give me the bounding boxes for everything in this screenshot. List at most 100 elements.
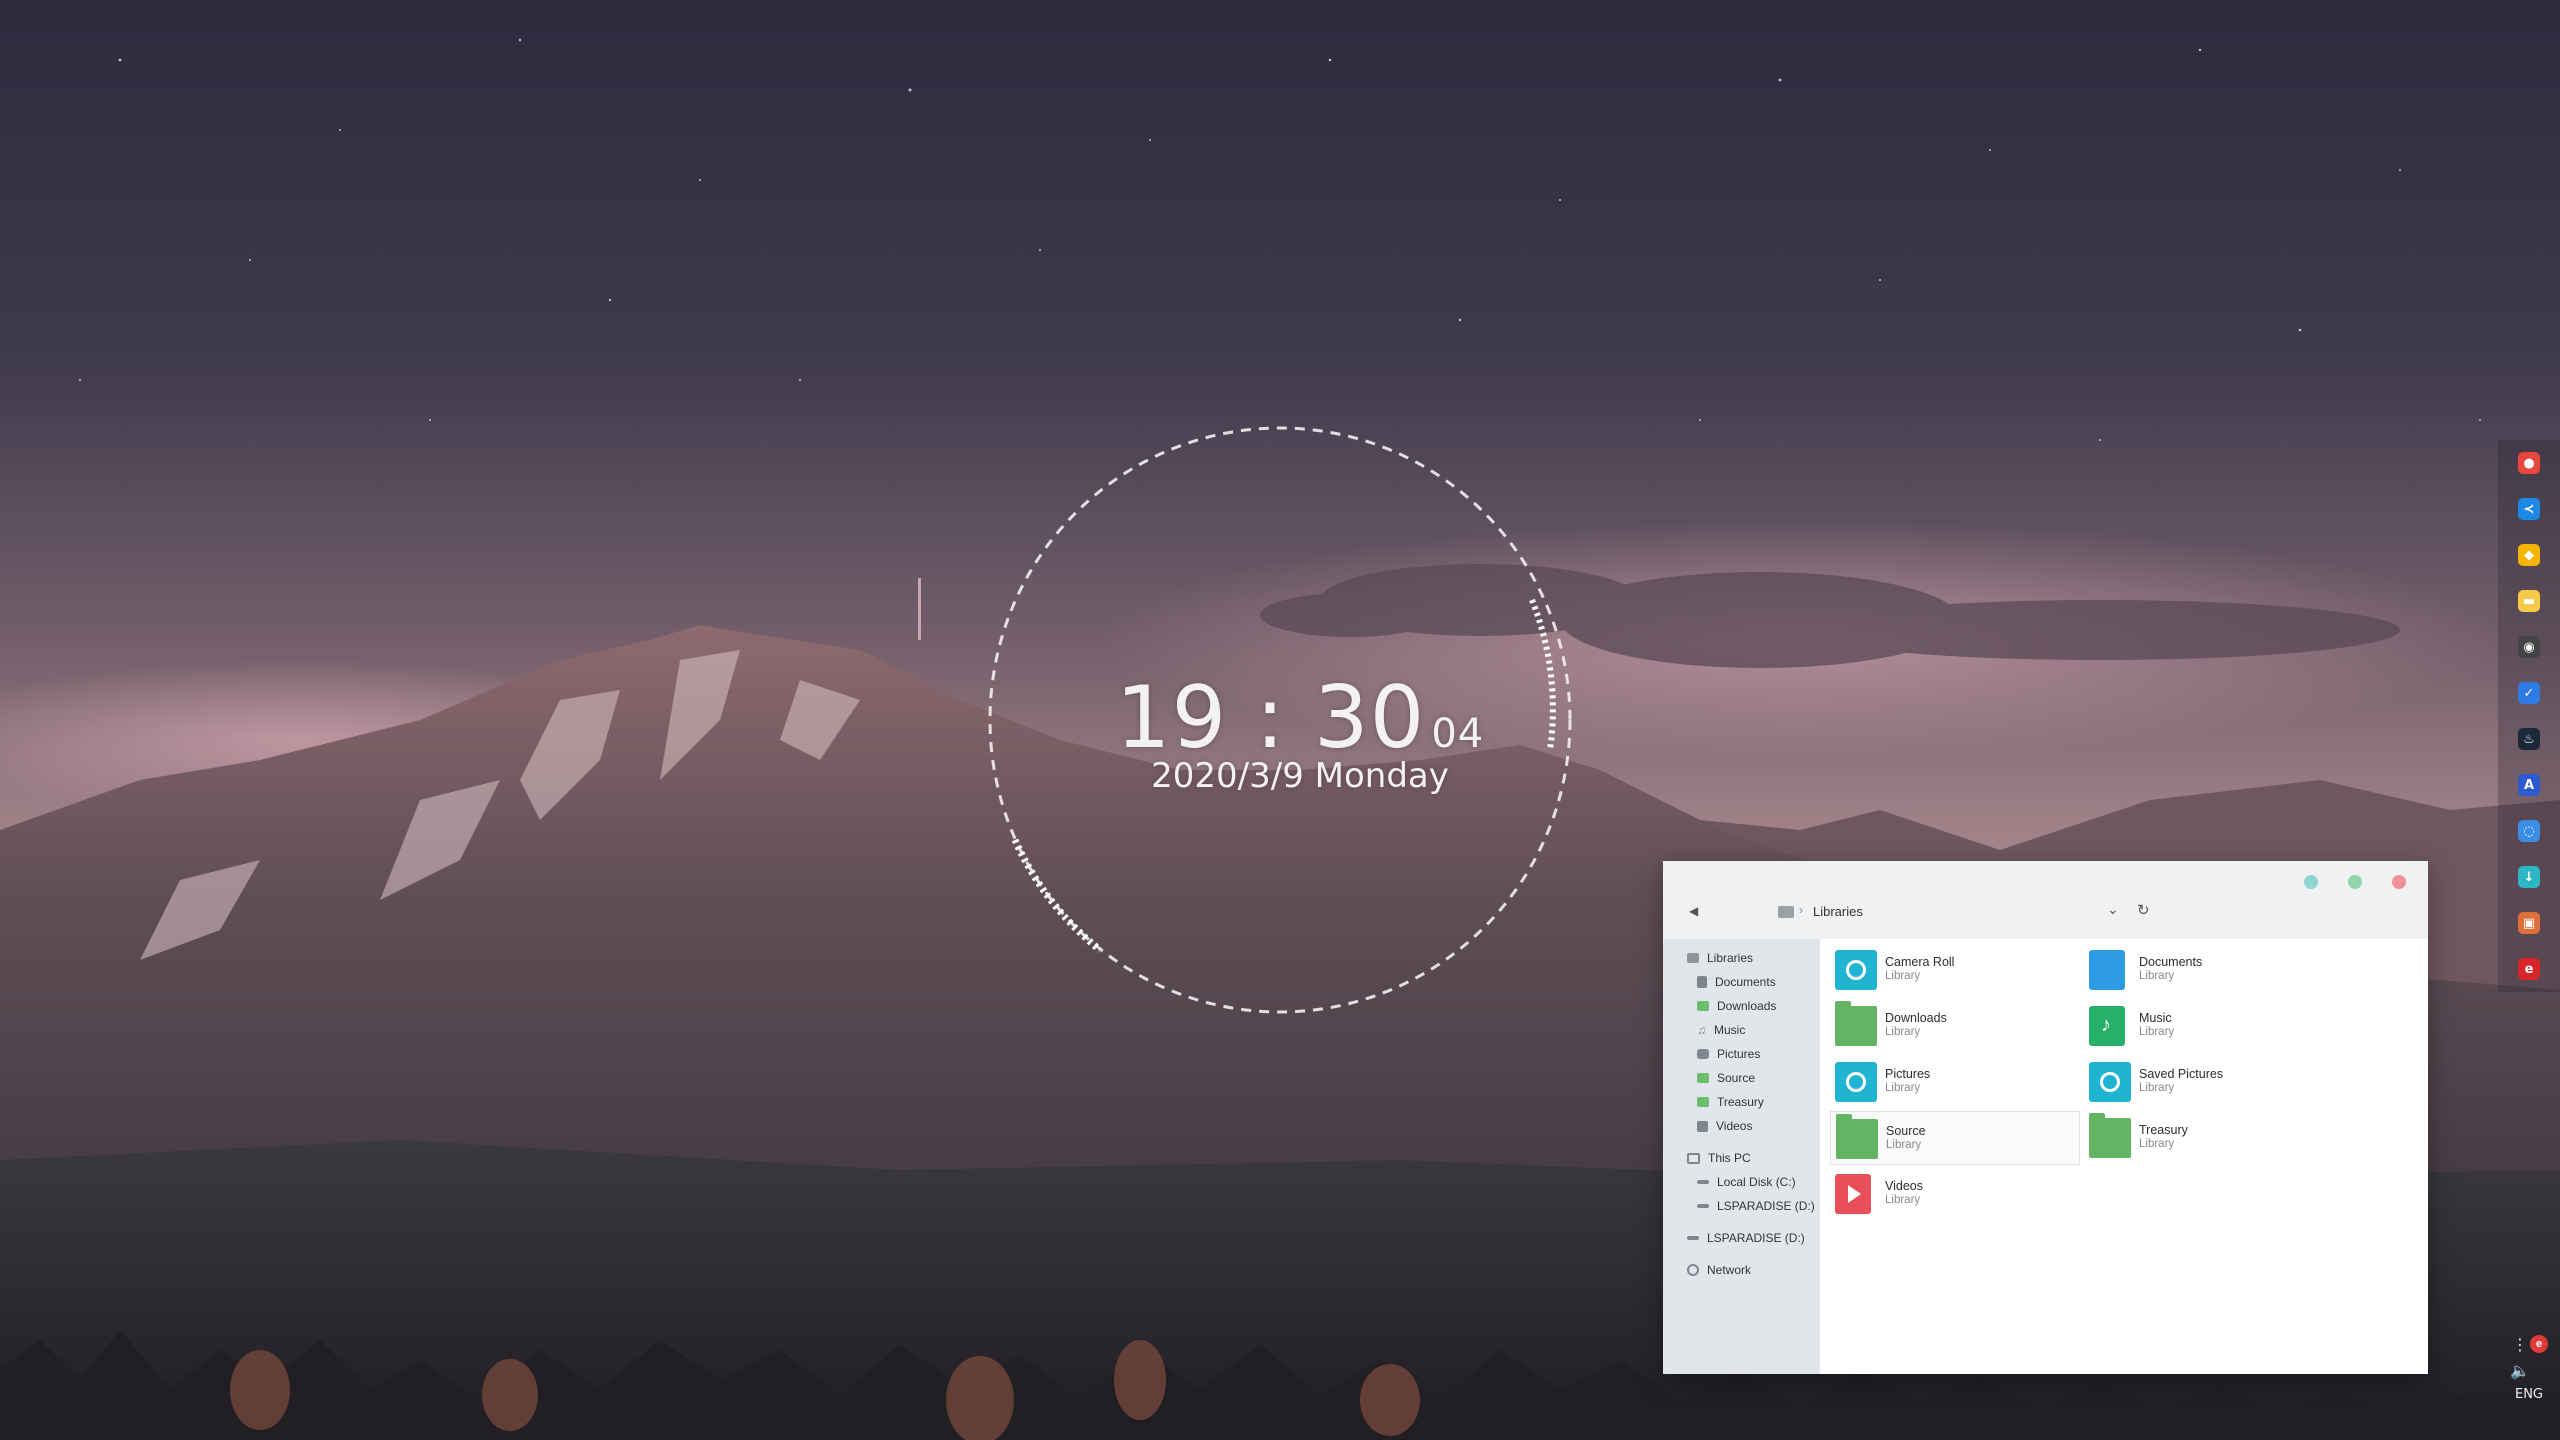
drive-icon [1697, 1180, 1709, 1184]
nav-music[interactable]: ♫ Music [1697, 1019, 1745, 1041]
davinci-icon: ◉ [2518, 636, 2540, 658]
nav-lsparadise-d[interactable]: LSPARADISE (D:) [1697, 1195, 1815, 1217]
pictures-icon [1835, 1062, 1877, 1102]
nav-libraries[interactable]: Libraries [1687, 947, 1753, 969]
tile-name: Documents [2139, 955, 2203, 969]
nav-this-pc[interactable]: This PC [1687, 1147, 1751, 1169]
address-folder-icon [1778, 906, 1794, 918]
clock-time: 19 : 30 04 [1100, 668, 1500, 768]
back-arrow-icon[interactable]: ◀ [1689, 904, 1698, 918]
folder-icon [1697, 1001, 1709, 1011]
address-separator: › [1799, 903, 1803, 917]
music-icon: ♪ [2089, 1006, 2125, 1046]
office-icon: ▣ [2518, 912, 2540, 934]
tile-source[interactable]: Source Library [1830, 1111, 2080, 1165]
nav-pictures[interactable]: Pictures [1697, 1043, 1760, 1065]
tile-type: Library [1885, 1026, 1921, 1038]
dock-item[interactable]: ◆ [2498, 532, 2560, 578]
dock-item[interactable]: A [2498, 762, 2560, 808]
clock-seconds: 04 [1431, 711, 1485, 757]
tile-type: Library [1886, 1139, 1922, 1151]
nav-documents[interactable]: Documents [1697, 971, 1776, 993]
tile-name: Saved Pictures [2139, 1067, 2224, 1081]
vscode-icon: ≺ [2518, 498, 2540, 520]
nav-label: Libraries [1707, 951, 1754, 965]
maximize-button[interactable] [2348, 875, 2362, 889]
documents-icon [2089, 950, 2125, 990]
clock-separator: : [1255, 668, 1286, 768]
nav-label: Pictures [1717, 1047, 1761, 1061]
nav-source[interactable]: Source [1697, 1067, 1755, 1089]
refresh-icon[interactable]: ↻ [2137, 901, 2150, 919]
dock-item[interactable]: ◉ [2498, 624, 2560, 670]
dock-item[interactable]: ✓ [2498, 670, 2560, 716]
chevron-down-icon[interactable]: ⌄ [2107, 901, 2119, 918]
library-content: Camera Roll Library Documents Library Do… [1820, 939, 2428, 1374]
translate-icon: A [2518, 774, 2540, 796]
tray-more-icon[interactable]: ⋮ [2512, 1335, 2528, 1355]
tile-videos[interactable]: Videos Library [1830, 1167, 2078, 1219]
treasury-folder-icon [2089, 1113, 2131, 1158]
nav-label: Local Disk (C:) [1717, 1175, 1796, 1189]
folder-icon: ▬ [2518, 590, 2540, 612]
navigation-pane: Libraries Documents Downloads ♫ Music Pi… [1663, 939, 1820, 1374]
nav-drive-d[interactable]: LSPARADISE (D:) [1687, 1227, 1805, 1249]
source-folder-icon [1836, 1114, 1878, 1159]
tile-downloads[interactable]: Downloads Library [1830, 999, 2078, 1051]
tile-name: Music [2139, 1011, 2172, 1025]
drive-icon [1697, 1204, 1709, 1208]
tile-type: Library [2139, 970, 2175, 982]
dock-item[interactable]: ▣ [2498, 900, 2560, 946]
system-tray: ⋮ e 🔈 ENG [2498, 1325, 2560, 1440]
netease-tray-icon[interactable]: e [2530, 1335, 2548, 1353]
download-icon: ↓ [2518, 866, 2540, 888]
computer-icon [1687, 1152, 1700, 1164]
nav-videos[interactable]: Videos [1697, 1115, 1752, 1137]
clock-minutes: 30 [1313, 668, 1426, 768]
tile-name: Downloads [1885, 1011, 1947, 1025]
tile-type: Library [2139, 1082, 2175, 1094]
nav-treasury[interactable]: Treasury [1697, 1091, 1764, 1113]
videos-icon [1835, 1174, 1871, 1214]
nav-downloads[interactable]: Downloads [1697, 995, 1776, 1017]
tile-type: Library [1885, 1194, 1921, 1206]
video-icon [1697, 1120, 1708, 1132]
nav-label: LSPARADISE (D:) [1707, 1231, 1805, 1245]
speaker-icon[interactable]: 🔈 [2510, 1361, 2530, 1381]
close-button[interactable] [2392, 875, 2406, 889]
nav-label: Music [1714, 1023, 1746, 1037]
dock-item[interactable]: ● [2498, 440, 2560, 486]
nav-local-disk-c[interactable]: Local Disk (C:) [1697, 1171, 1796, 1193]
nav-label: Downloads [1717, 999, 1777, 1013]
documents-icon [1697, 976, 1707, 988]
tile-name: Videos [1885, 1179, 1923, 1193]
title-bar[interactable]: ◀ › Libraries ⌄ ↻ [1663, 861, 2428, 939]
address-bar[interactable]: Libraries [1813, 904, 1863, 919]
tile-name: Camera Roll [1885, 955, 1955, 969]
tile-pictures[interactable]: Pictures Library [1830, 1055, 2078, 1107]
dock-item[interactable]: ♨ [2498, 716, 2560, 762]
nav-label: LSPARADISE (D:) [1717, 1199, 1815, 1213]
camera-icon [1697, 1049, 1709, 1059]
tile-treasury[interactable]: Treasury Library [2084, 1111, 2332, 1163]
tile-name: Pictures [1885, 1067, 1931, 1081]
tile-music[interactable]: ♪ Music Library [2084, 999, 2332, 1051]
tile-documents[interactable]: Documents Library [2084, 943, 2332, 995]
app-dock: ● ≺ ◆ ▬ ◉ ✓ ♨ A ◌ ↓ ▣ e [2498, 440, 2560, 992]
folder-icon [1697, 1097, 1709, 1107]
dock-item[interactable]: e [2498, 946, 2560, 992]
minimize-button[interactable] [2304, 875, 2318, 889]
dock-item[interactable]: ≺ [2498, 486, 2560, 532]
network-icon: ◌ [2518, 820, 2540, 842]
tile-saved-pictures[interactable]: Saved Pictures Library [2084, 1055, 2332, 1107]
nav-label: Videos [1716, 1119, 1753, 1133]
saved-pictures-icon [2089, 1062, 2131, 1102]
dock-item[interactable]: ▬ [2498, 578, 2560, 624]
dock-item[interactable]: ◌ [2498, 808, 2560, 854]
dock-item[interactable]: ↓ [2498, 854, 2560, 900]
tile-camera-roll[interactable]: Camera Roll Library [1830, 943, 2078, 995]
file-explorer-window: ◀ › Libraries ⌄ ↻ Libraries Documents Do… [1663, 861, 2428, 1374]
tile-type: Library [2139, 1026, 2175, 1038]
nav-network[interactable]: Network [1687, 1259, 1751, 1281]
input-language[interactable]: ENG [2498, 1387, 2560, 1402]
